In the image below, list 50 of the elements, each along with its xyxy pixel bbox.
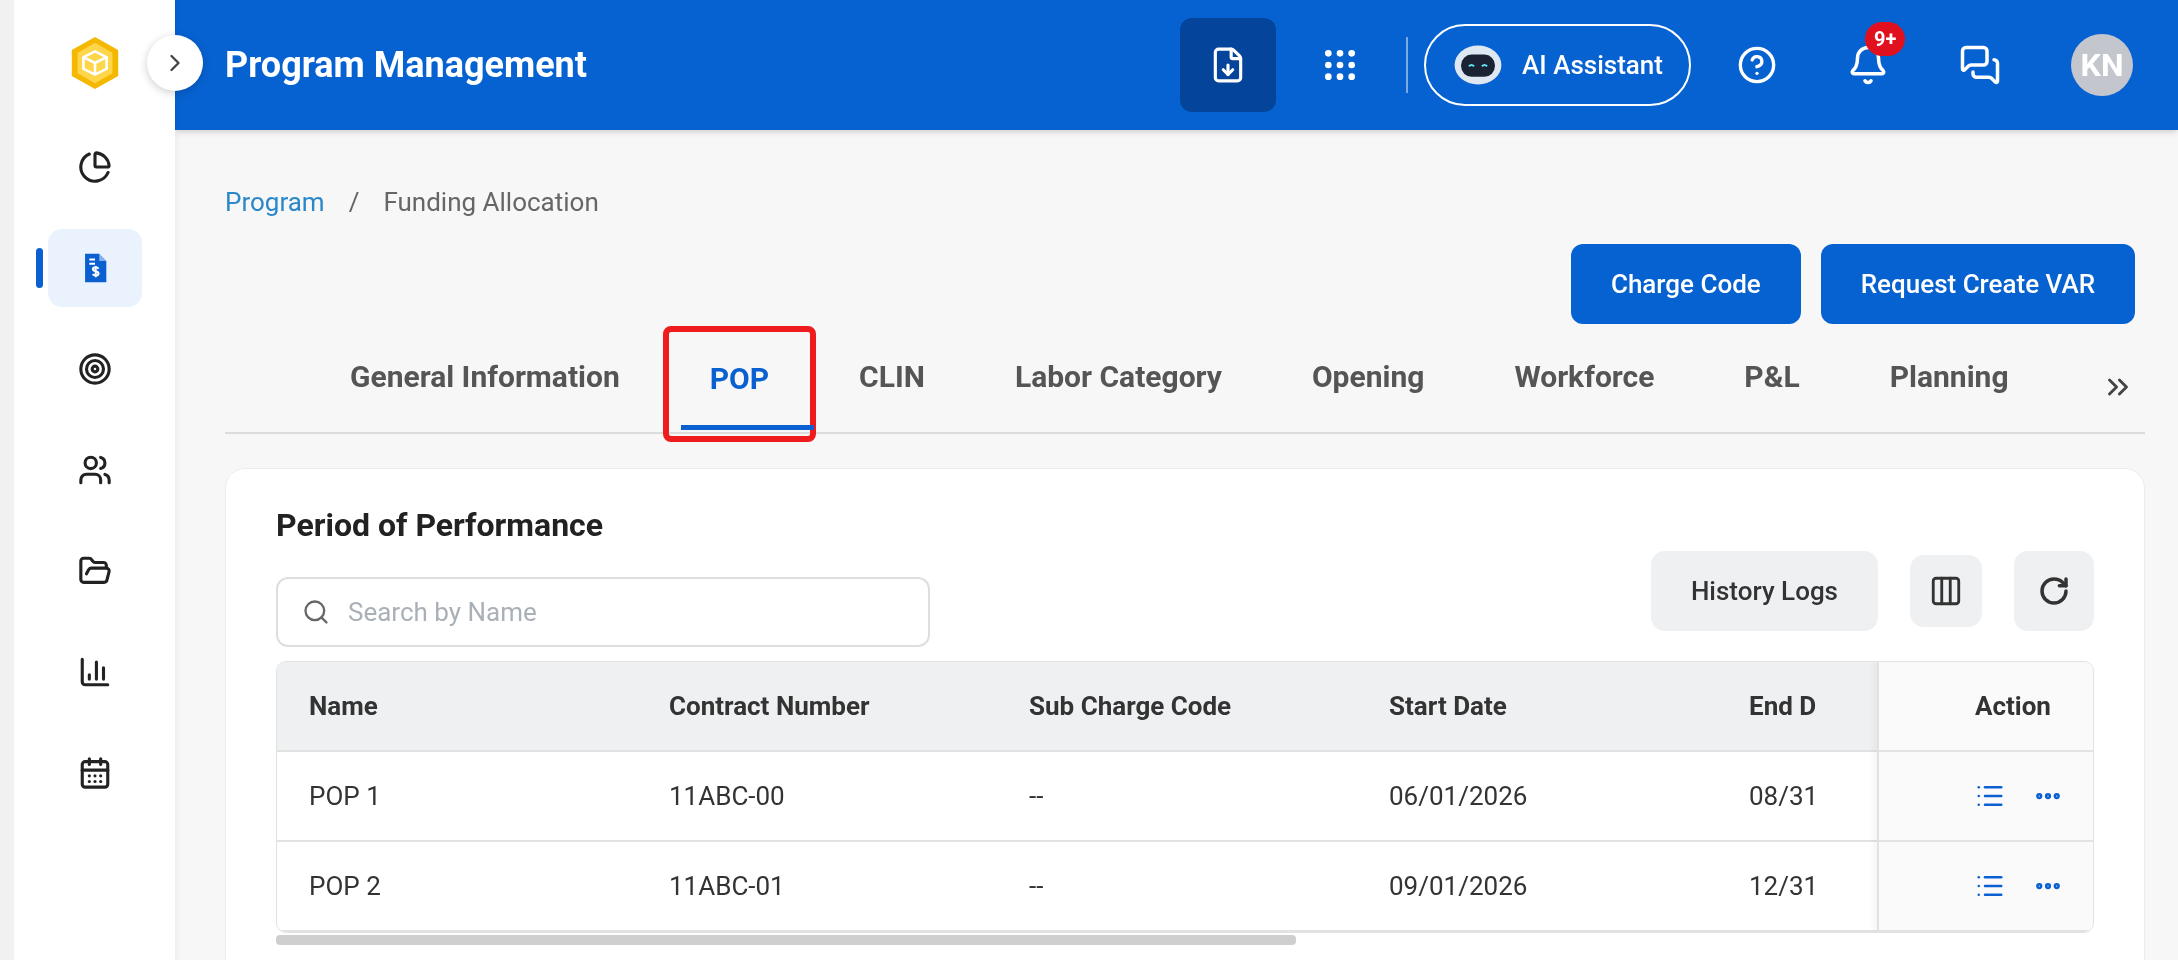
columns-button[interactable] xyxy=(1910,555,1982,627)
column-header: End D xyxy=(1749,690,1817,721)
action-button[interactable]: Charge Code xyxy=(1570,244,1801,324)
tab[interactable]: P&L xyxy=(1699,332,1845,432)
tab[interactable]: Opening xyxy=(1266,332,1470,432)
tab[interactable]: General Information xyxy=(305,332,665,432)
target-icon xyxy=(77,352,112,386)
table-cell: POP 1 xyxy=(309,780,381,811)
breadcrumb-link[interactable]: Program xyxy=(225,183,325,222)
refresh-button[interactable] xyxy=(2014,551,2094,631)
expand-button[interactable] xyxy=(147,35,203,91)
table-cell: 09/01/2026 xyxy=(1389,870,1528,901)
tab[interactable]: CLIN xyxy=(814,332,970,432)
ai-assistant-button[interactable]: AI Assistant xyxy=(1424,24,1691,106)
horizontal-scrollbar[interactable] xyxy=(276,935,1296,945)
download-button[interactable] xyxy=(1180,18,1277,112)
chat-icon[interactable] xyxy=(1959,44,2001,86)
column-header: Contract Number xyxy=(669,690,870,721)
table-cell: 08/31 xyxy=(1749,780,1819,811)
table-cell: 12/31 xyxy=(1749,870,1819,901)
page-title: Program Management xyxy=(225,43,587,88)
column-header: Action xyxy=(1975,689,2051,723)
table-cell: POP 2 xyxy=(309,870,381,901)
search-icon xyxy=(302,598,330,626)
history-logs-button[interactable]: History Logs xyxy=(1650,551,1878,631)
table-cell: 11ABC-01 xyxy=(669,870,785,901)
people-icon xyxy=(77,453,112,487)
help-icon[interactable] xyxy=(1737,45,1777,85)
refresh-icon xyxy=(2038,575,2070,607)
search-input[interactable]: Search by Name xyxy=(348,592,904,632)
pie-chart-icon xyxy=(77,150,112,184)
tab[interactable]: Workforce xyxy=(1469,332,1700,432)
action-button[interactable]: Request Create VAR xyxy=(1820,244,2135,324)
breadcrumb-text: Funding Allocation xyxy=(383,186,599,219)
table-cell: 06/01/2026 xyxy=(1389,780,1528,811)
tab[interactable]: POP xyxy=(664,328,815,440)
columns-icon xyxy=(1929,574,1963,608)
breadcrumb-text: / xyxy=(348,186,360,219)
tab[interactable]: Labor Category xyxy=(969,332,1267,432)
card-title: Period of Performance xyxy=(276,505,605,546)
search-field[interactable]: Search by Name xyxy=(276,577,930,647)
table-cell: -- xyxy=(1029,780,1044,811)
column-header: Start Date xyxy=(1389,690,1507,721)
tab[interactable]: Planning xyxy=(1844,332,2054,432)
notification-badge: 9+ xyxy=(1865,22,1906,56)
active-indicator xyxy=(35,248,43,288)
table-cell: 11ABC-00 xyxy=(669,780,785,811)
table-cell: -- xyxy=(1029,870,1044,901)
column-header: Name xyxy=(309,690,378,721)
column-header: Sub Charge Code xyxy=(1029,690,1232,721)
